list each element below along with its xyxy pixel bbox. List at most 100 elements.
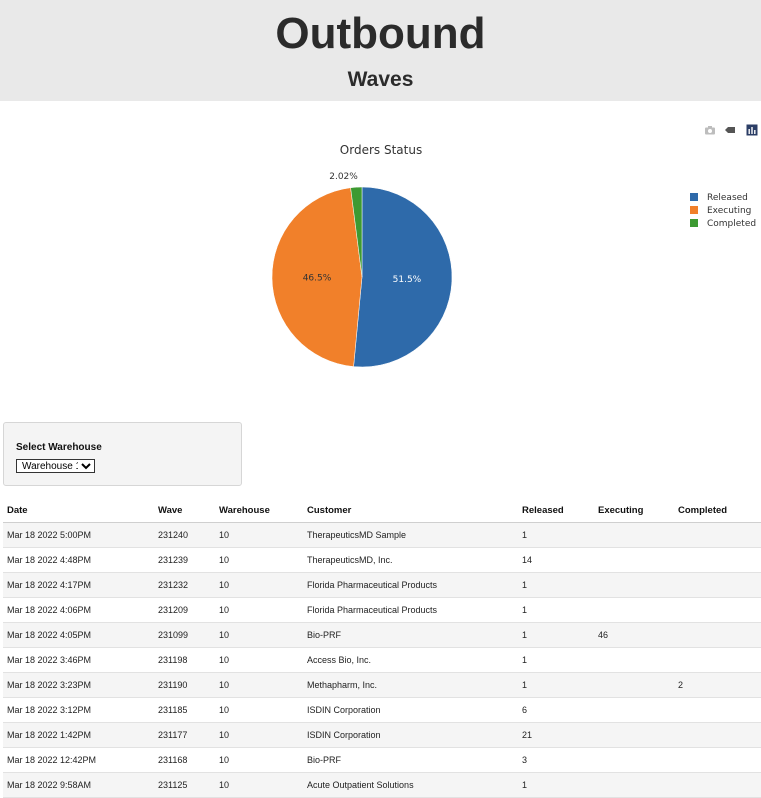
cell-completed (674, 597, 761, 623)
cell-wave: 231190 (154, 672, 215, 698)
cell-wave: 231177 (154, 722, 215, 748)
cell-wave: 231232 (154, 572, 215, 598)
cell-executing (594, 697, 674, 723)
cell-date: Mar 18 2022 5:00PM (3, 522, 154, 548)
cell-released: 1 (518, 572, 594, 598)
table-row[interactable]: Mar 18 2022 4:17PM 231232 10 Florida Pharma… (3, 572, 761, 598)
page-title: Outbound (275, 9, 486, 58)
table-row[interactable]: Mar 18 2022 3:23PM 231190 10 Methapharm, In… (3, 672, 761, 698)
column-header-customer[interactable]: Customer (303, 498, 518, 523)
warehouse-select[interactable]: Warehouse 10 (16, 459, 95, 473)
cell-date: Mar 18 2022 3:46PM (3, 647, 154, 673)
cell-customer: Access Bio, Inc. (303, 647, 518, 673)
cell-completed (674, 572, 761, 598)
cell-date: Mar 18 2022 4:06PM (3, 597, 154, 623)
legend-swatch-released[interactable] (690, 193, 698, 201)
table-row[interactable]: Mar 18 2022 5:00PM 231240 10 TherapeuticsMD… (3, 522, 761, 548)
cell-warehouse: 10 (215, 722, 303, 748)
cell-date: Mar 18 2022 1:42PM (3, 722, 154, 748)
cell-customer: ISDIN Corporation (303, 697, 518, 723)
cell-executing (594, 572, 674, 598)
table-header-row: Date Wave Warehouse Customer Released Ex… (3, 498, 761, 523)
cell-executing (594, 647, 674, 673)
cell-completed: 2 (674, 672, 761, 698)
orders-status-chart: Orders Status 51.5% 46.5% 2.02% Released Ex… (271, 143, 756, 368)
cell-customer: Bio-PRF (303, 747, 518, 773)
column-header-date[interactable]: Date (3, 498, 154, 523)
pie-group: 51.5% 46.5% 2.02% (271, 172, 453, 368)
cell-date: Mar 18 2022 4:17PM (3, 572, 154, 598)
cell-wave: 231240 (154, 522, 215, 548)
column-header-executing[interactable]: Executing (594, 498, 674, 523)
cell-wave: 231099 (154, 622, 215, 648)
legend-swatch-executing[interactable] (690, 206, 698, 214)
cell-executing (594, 522, 674, 548)
legend-label-released[interactable]: Released (707, 193, 748, 203)
legend-swatch-completed[interactable] (690, 219, 698, 227)
cell-released: 1 (518, 772, 594, 798)
page-header: Outbound Waves (0, 0, 761, 101)
cell-wave: 231239 (154, 547, 215, 573)
cell-customer: TherapeuticsMD Sample (303, 522, 518, 548)
cell-customer: Bio-PRF (303, 622, 518, 648)
cell-customer: Florida Pharmaceutical Products (303, 597, 518, 623)
column-header-released[interactable]: Released (518, 498, 594, 523)
table-row[interactable]: Mar 18 2022 4:06PM 231209 10 Florida Pharma… (3, 597, 761, 623)
cell-customer: Florida Pharmaceutical Products (303, 572, 518, 598)
column-header-completed[interactable]: Completed (674, 498, 761, 523)
cell-date: Mar 18 2022 9:58AM (3, 772, 154, 798)
table-body: Mar 18 2022 5:00PM 231240 10 TherapeuticsMD… (3, 522, 761, 798)
cell-warehouse: 10 (215, 697, 303, 723)
cell-executing (594, 672, 674, 698)
cell-warehouse: 10 (215, 672, 303, 698)
cell-date: Mar 18 2022 3:23PM (3, 672, 154, 698)
cell-completed (674, 697, 761, 723)
pie-label-completed: 2.02% (329, 172, 358, 182)
table-row[interactable]: Mar 18 2022 3:12PM 231185 10 ISDIN Corporat… (3, 697, 761, 723)
cell-wave: 231168 (154, 747, 215, 773)
legend-label-executing[interactable]: Executing (707, 206, 751, 216)
cell-completed (674, 747, 761, 773)
legend-label-completed[interactable]: Completed (707, 219, 756, 229)
table-row[interactable]: Mar 18 2022 3:46PM 231198 10 Access Bio, In… (3, 647, 761, 673)
cell-released: 14 (518, 547, 594, 573)
cell-executing (594, 772, 674, 798)
page-subtitle: Waves (347, 68, 414, 91)
column-header-warehouse[interactable]: Warehouse (215, 498, 303, 523)
cell-released: 1 (518, 597, 594, 623)
table-row[interactable]: Mar 18 2022 4:05PM 231099 10 Bio-PRF 1 46 (3, 622, 761, 648)
chart-title: Orders Status (340, 143, 422, 157)
cell-customer: Methapharm, Inc. (303, 672, 518, 698)
cell-date: Mar 18 2022 3:12PM (3, 697, 154, 723)
cell-released: 1 (518, 672, 594, 698)
cell-completed (674, 647, 761, 673)
cell-completed (674, 772, 761, 798)
cell-released: 1 (518, 647, 594, 673)
table-row[interactable]: Mar 18 2022 9:58AM 231125 10 Acute Outpatie… (3, 772, 761, 798)
cell-customer: ISDIN Corporation (303, 722, 518, 748)
cell-customer: Acute Outpatient Solutions (303, 772, 518, 798)
cell-released: 3 (518, 747, 594, 773)
table-row[interactable]: Mar 18 2022 12:42PM 231168 10 Bio-PRF 3 (3, 747, 761, 773)
warehouse-select-label: Select Warehouse (16, 442, 102, 453)
column-header-wave[interactable]: Wave (154, 498, 215, 523)
cell-warehouse: 10 (215, 747, 303, 773)
cell-released: 1 (518, 522, 594, 548)
cell-wave: 231209 (154, 597, 215, 623)
chart-legend: Released Executing Completed (690, 193, 756, 229)
cell-date: Mar 18 2022 4:05PM (3, 622, 154, 648)
table-row[interactable]: Mar 18 2022 1:42PM 231177 10 ISDIN Corporat… (3, 722, 761, 748)
cell-released: 6 (518, 697, 594, 723)
cell-completed (674, 622, 761, 648)
cell-date: Mar 18 2022 12:42PM (3, 747, 154, 773)
cell-warehouse: 10 (215, 547, 303, 573)
table-row[interactable]: Mar 18 2022 4:48PM 231239 10 TherapeuticsMD… (3, 547, 761, 573)
cell-executing (594, 597, 674, 623)
waves-table: Date Wave Warehouse Customer Released Ex… (3, 498, 761, 798)
cell-warehouse: 10 (215, 572, 303, 598)
cell-completed (674, 547, 761, 573)
cell-executing (594, 547, 674, 573)
cell-warehouse: 10 (215, 622, 303, 648)
cell-completed (674, 522, 761, 548)
cell-executing (594, 722, 674, 748)
